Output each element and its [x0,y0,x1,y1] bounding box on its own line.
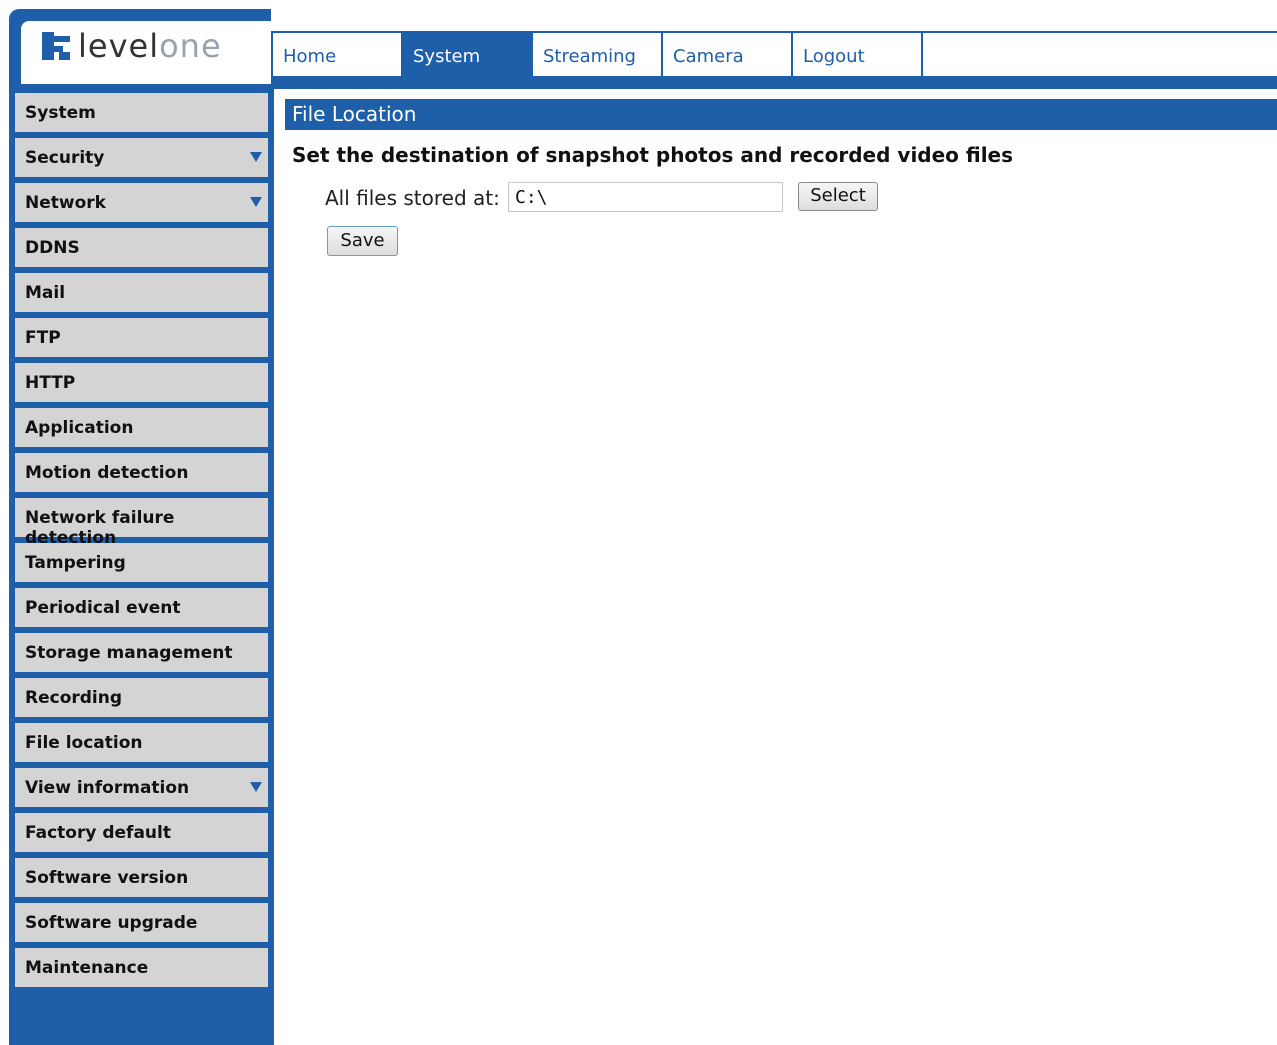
sidebar-item-label: System [25,103,96,123]
storage-path-label: All files stored at: [325,186,500,210]
storage-path-input[interactable] [508,182,783,212]
sidebar-item-tampering[interactable]: Tampering [15,543,268,582]
page-description: Set the destination of snapshot photos a… [292,143,1014,167]
save-button[interactable]: Save [327,226,398,256]
sidebar-item-factory-default[interactable]: Factory default [15,813,268,852]
brand-wordmark: levelone [78,27,222,65]
sidebar-item-label: Maintenance [25,958,149,978]
sidebar-item-periodical-event[interactable]: Periodical event [15,588,268,627]
sidebar-item-file-location[interactable]: File location [15,723,268,762]
sidebar-item-label: Software upgrade [25,913,198,933]
sidebar-item-motion-detection[interactable]: Motion detection [15,453,268,492]
sidebar-item-label: File location [25,733,143,753]
brand-mark-icon [42,32,70,60]
sidebar-item-view-information[interactable]: View information [15,768,268,807]
tab-logout[interactable]: Logout [793,33,923,76]
sidebar-item-label: Storage management [25,643,233,663]
dropdown-arrow-icon[interactable] [250,152,262,162]
sidebar-item-label: Security [25,148,105,168]
sidebar-item-label: Mail [25,283,66,303]
sidebar-item-ddns[interactable]: DDNS [15,228,268,267]
sidebar-item-system[interactable]: System [15,93,268,132]
dropdown-arrow-icon[interactable] [250,197,262,207]
brand-logo: levelone [42,28,222,64]
sidebar-item-label: Network failure detection [25,508,175,548]
sidebar-item-network[interactable]: Network [15,183,268,222]
tab-camera[interactable]: Camera [663,33,793,76]
sidebar-item-label: HTTP [25,373,76,393]
sidebar-item-recording[interactable]: Recording [15,678,268,717]
sidebar-item-security[interactable]: Security [15,138,268,177]
tab-streaming[interactable]: Streaming [533,33,663,76]
sidebar-item-label: DDNS [25,238,80,258]
sidebar-item-label: FTP [25,328,61,348]
sidebar-item-application[interactable]: Application [15,408,268,447]
tab-home[interactable]: Home [273,33,403,76]
sidebar-item-label: Factory default [25,823,171,843]
sidebar-item-label: Recording [25,688,123,708]
sidebar-item-ftp[interactable]: FTP [15,318,268,357]
top-nav-band [271,76,1277,89]
sidebar-item-software-version[interactable]: Software version [15,858,268,897]
sidebar-item-label: Application [25,418,134,438]
top-navigation: Home System Streaming Camera Logout [271,31,1277,89]
page-title: File Location [285,99,1277,130]
sidebar-item-label: Motion detection [25,463,189,483]
sidebar-item-label: Software version [25,868,189,888]
sidebar-item-mail[interactable]: Mail [15,273,268,312]
sidebar-item-software-upgrade[interactable]: Software upgrade [15,903,268,942]
sidebar-item-label: Tampering [25,553,126,573]
sidebar-item-network-failure-detection[interactable]: Network failure detection [15,498,268,548]
sidebar-item-http[interactable]: HTTP [15,363,268,402]
sidebar-item-maintenance[interactable]: Maintenance [15,948,268,987]
select-folder-button[interactable]: Select [798,182,878,211]
sidebar-item-storage-management[interactable]: Storage management [15,633,268,672]
sidebar-item-label: Periodical event [25,598,181,618]
sidebar-item-label: View information [25,778,190,798]
tab-system[interactable]: System [403,33,533,76]
sidebar-item-label: Network [25,193,106,213]
dropdown-arrow-icon[interactable] [250,782,262,792]
sidebar: System Security Network DDNS Mail FTP HTTP Appl… [9,89,274,1045]
